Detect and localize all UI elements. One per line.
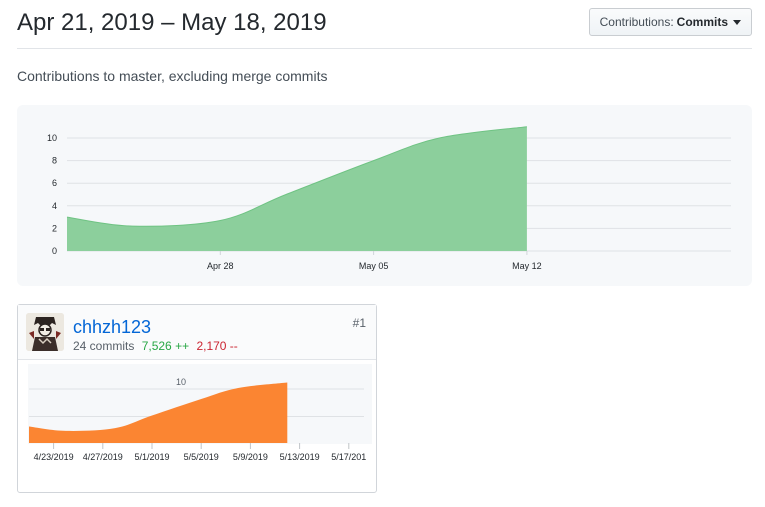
card-x-tick-label: 4/27/2019 bbox=[83, 452, 123, 462]
contributor-rank: #1 bbox=[352, 316, 366, 330]
x-tick-label: Apr 28 bbox=[207, 261, 234, 271]
card-x-tick-label: 5/9/2019 bbox=[233, 452, 268, 462]
contributions-select[interactable]: Contributions: Commits bbox=[588, 8, 752, 36]
main-chart-svg: 0 2 4 6 8 10 Apr 28 May 05 May 12 bbox=[47, 126, 731, 271]
y-tick-label: 4 bbox=[52, 201, 57, 211]
y-tick-label: 2 bbox=[52, 223, 57, 233]
page-header: Apr 21, 2019 – May 18, 2019 Contribution… bbox=[17, 0, 752, 49]
deletions-count: 2,170 -- bbox=[196, 339, 238, 353]
card-x-tick-label: 4/23/2019 bbox=[34, 452, 74, 462]
contributor-card: chhzh123 24 commits 7,526 ++ 2,170 -- #1… bbox=[17, 304, 377, 493]
additions-count: 7,526 ++ bbox=[141, 339, 190, 353]
contributor-chart-svg: 10 4/23/2019 4/27/2019 5/1/2019 5/5/2019 5/9/… bbox=[28, 364, 372, 462]
card-x-tick-label: 5/13/2019 bbox=[280, 452, 320, 462]
contributions-select-value: Commits bbox=[676, 15, 728, 29]
chart-subtitle: Contributions to master, excluding merge… bbox=[17, 68, 328, 84]
commit-count: 24 commits bbox=[73, 339, 135, 353]
date-range-title: Apr 21, 2019 – May 18, 2019 bbox=[17, 9, 327, 36]
card-x-tick-label: 5/5/2019 bbox=[184, 452, 219, 462]
contributions-select-label: Contributions: bbox=[599, 15, 674, 29]
card-x-tick-label: 5/17/201 bbox=[331, 452, 366, 462]
commits-area bbox=[67, 126, 527, 251]
contributor-stats: 24 commits 7,526 ++ 2,170 -- bbox=[73, 339, 238, 353]
y-tick-label: 10 bbox=[47, 133, 57, 143]
card-x-tick-label: 5/1/2019 bbox=[134, 452, 169, 462]
contributor-card-header: chhzh123 24 commits 7,526 ++ 2,170 -- #1 bbox=[18, 305, 376, 360]
card-y-tick-label: 10 bbox=[176, 377, 186, 387]
x-tick-label: May 12 bbox=[512, 261, 542, 271]
caret-down-icon bbox=[733, 19, 741, 25]
contributor-username-link[interactable]: chhzh123 bbox=[73, 317, 151, 338]
y-tick-label: 8 bbox=[52, 156, 57, 166]
user-avatar-icon[interactable] bbox=[26, 313, 64, 351]
main-contributions-chart: 0 2 4 6 8 10 Apr 28 May 05 May 12 bbox=[17, 105, 752, 286]
y-tick-label: 0 bbox=[52, 246, 57, 256]
y-tick-label: 6 bbox=[52, 178, 57, 188]
x-tick-label: May 05 bbox=[359, 261, 389, 271]
